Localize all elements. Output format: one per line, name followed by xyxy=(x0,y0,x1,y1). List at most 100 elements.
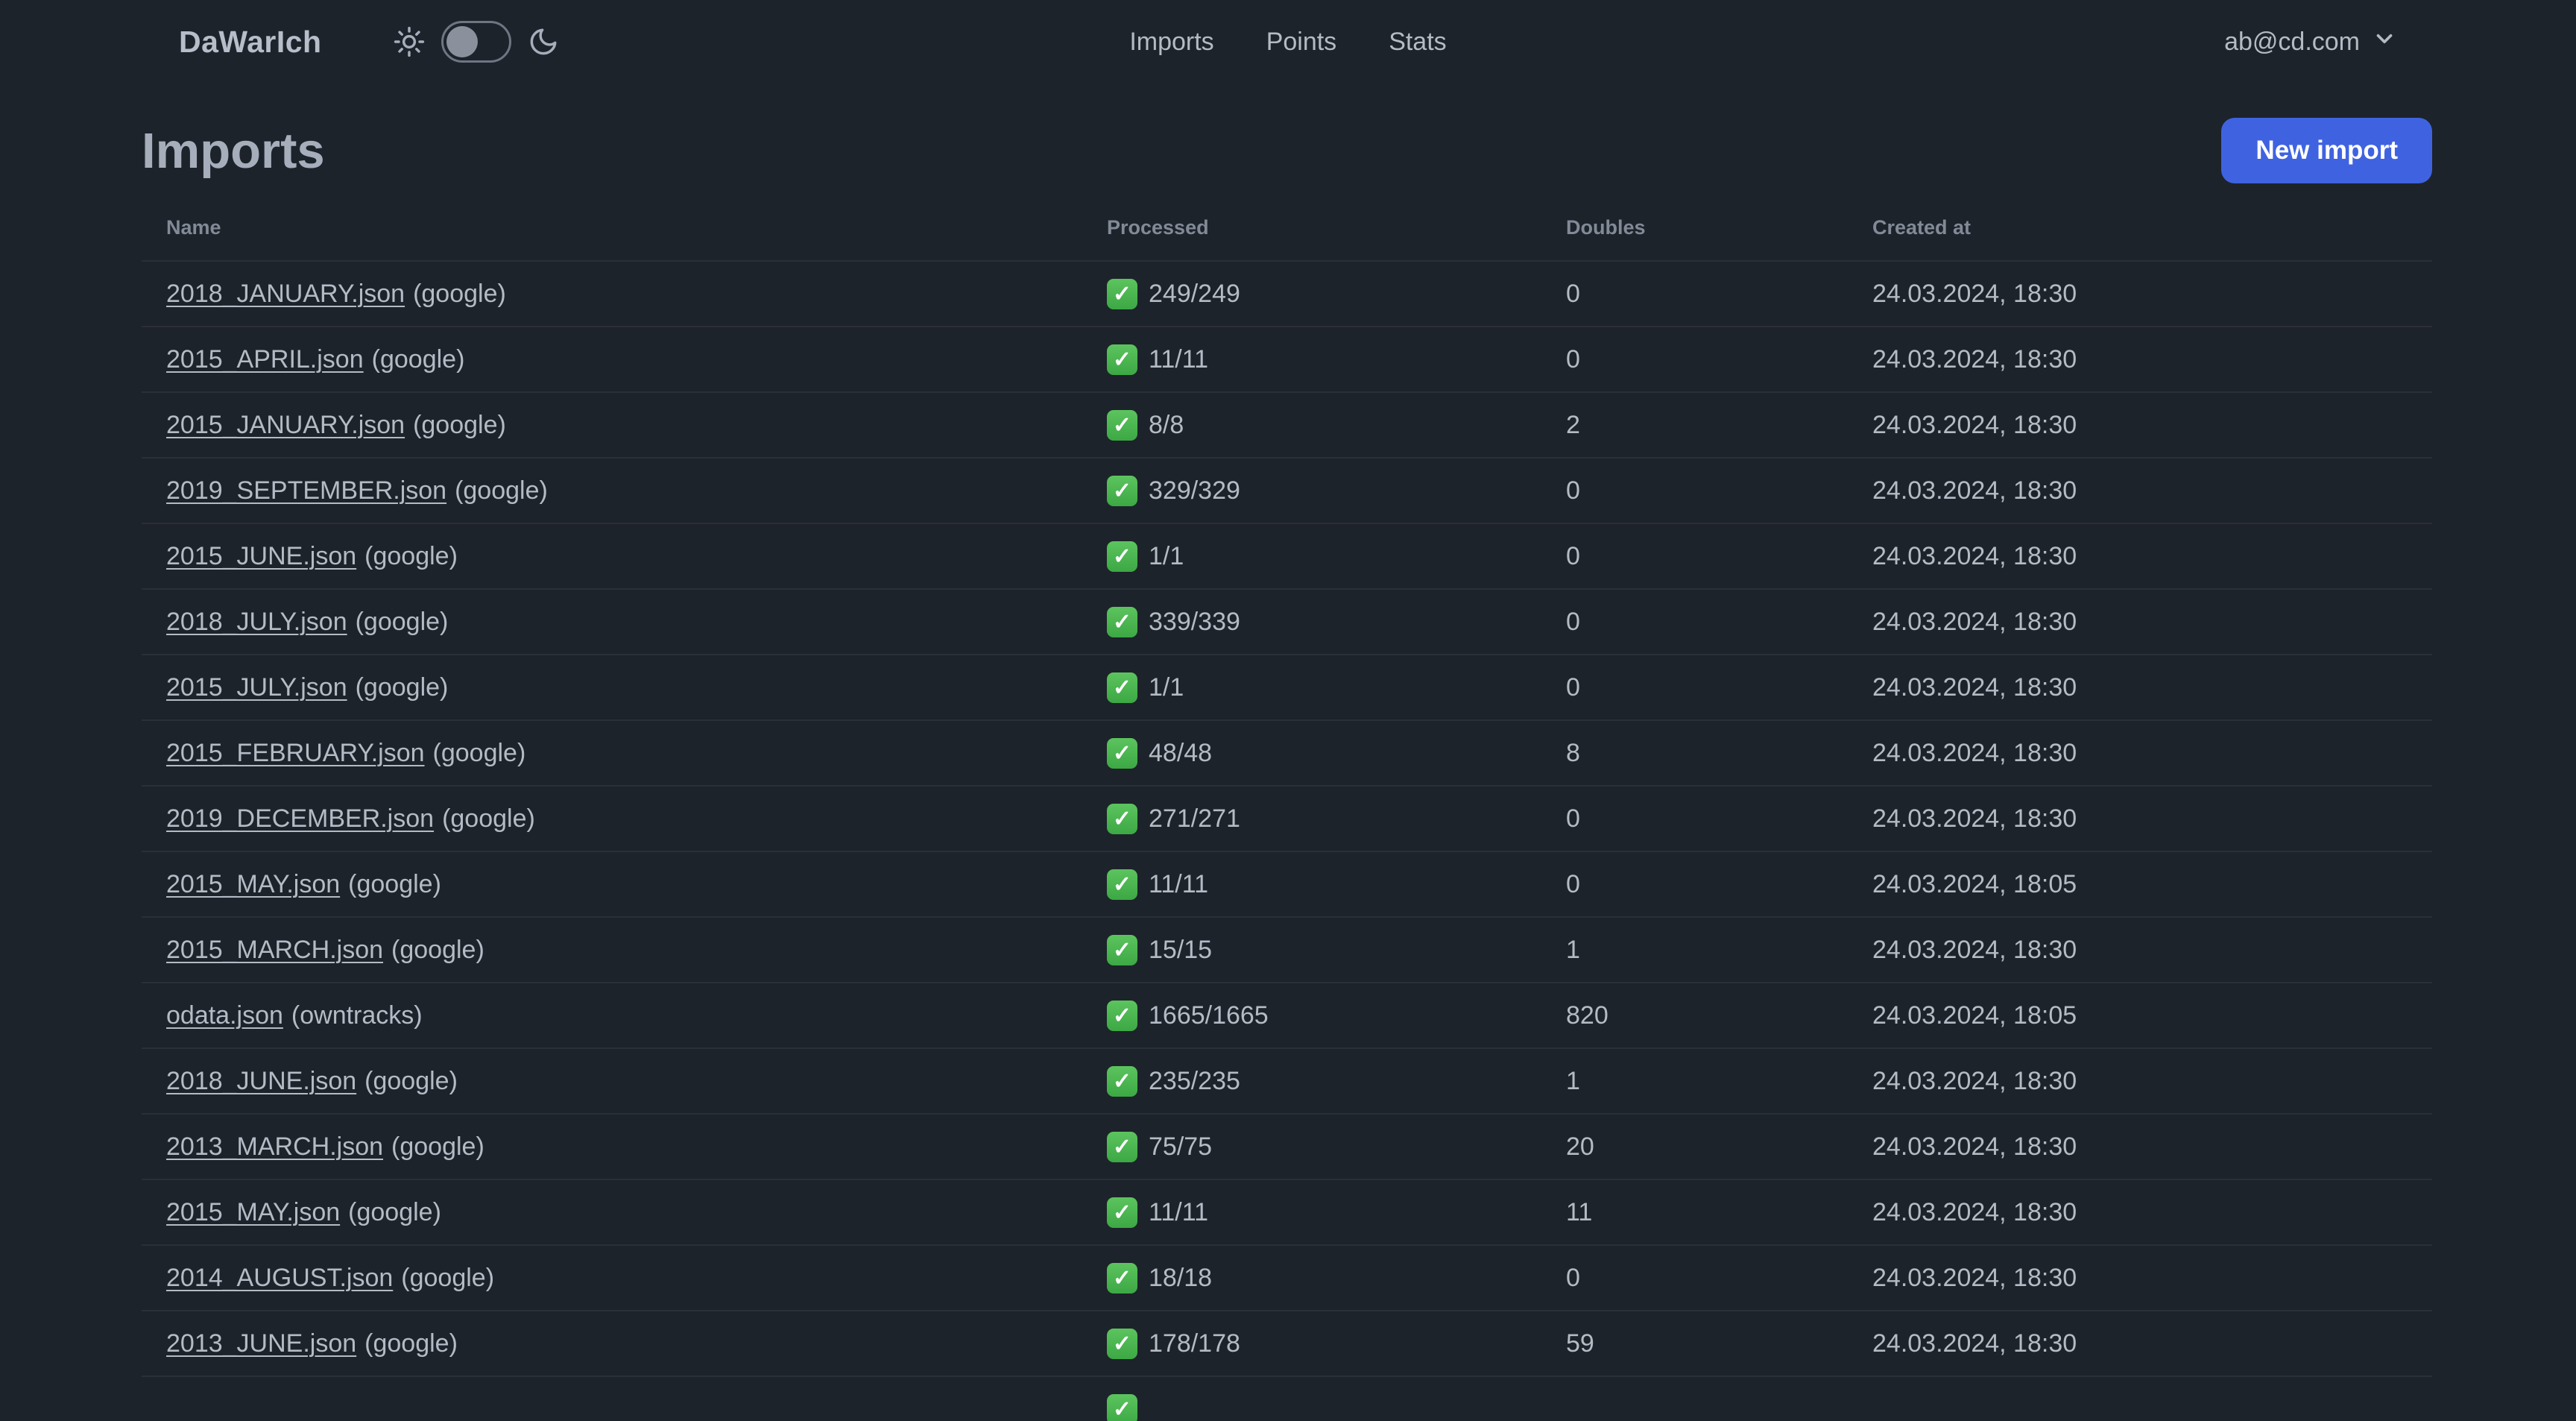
doubles-cell: 0 xyxy=(1541,654,1848,720)
check-mark-icon: ✓ xyxy=(1107,1262,1137,1294)
import-source: (google) xyxy=(391,1132,484,1161)
import-source: (google) xyxy=(413,410,506,439)
processed-cell: ✓ 178/178 xyxy=(1082,1310,1541,1376)
check-mark-icon: ✓ xyxy=(1107,1328,1137,1359)
imports-table-body: 2018_JANUARY.json (google) ✓ 249/249 0 24… xyxy=(142,260,2432,1421)
import-name-link[interactable]: odata.json xyxy=(166,1001,283,1030)
check-mark-icon: ✓ xyxy=(1107,1394,1137,1421)
import-name-link[interactable]: 2014_AUGUST.json xyxy=(166,1264,393,1292)
doubles-cell: 0 xyxy=(1541,523,1848,589)
processed-cell: ✓ 1665/1665 xyxy=(1082,982,1541,1048)
processed-cell: ✓ 18/18 xyxy=(1082,1244,1541,1311)
import-source: (google) xyxy=(364,1329,458,1358)
import-source: (google) xyxy=(391,935,484,964)
import-name-link[interactable]: 2018_JUNE.json xyxy=(166,1067,356,1095)
processed-count: 271/271 xyxy=(1149,804,1240,833)
import-name-link[interactable]: 2019_DECEMBER.json xyxy=(166,804,434,833)
doubles-value: 0 xyxy=(1566,344,1580,374)
doubles-cell: 0 xyxy=(1541,457,1848,523)
doubles-value: 0 xyxy=(1566,607,1580,636)
import-name-link[interactable]: 2018_JANUARY.json xyxy=(166,280,405,308)
created-at-cell: 24.03.2024, 18:30 xyxy=(1848,1179,2432,1245)
created-at-value: 24.03.2024, 18:30 xyxy=(1872,344,2077,374)
created-at-cell: 24.03.2024, 18:30 xyxy=(1848,654,2432,720)
doubles-cell: 0 xyxy=(1541,1244,1848,1311)
created-at-cell: 24.03.2024, 18:30 xyxy=(1848,916,2432,983)
created-at-cell: 24.03.2024, 18:30 xyxy=(1848,391,2432,458)
theme-toggle-group xyxy=(394,21,559,63)
processed-count: 48/48 xyxy=(1149,738,1213,767)
import-source: (google) xyxy=(371,344,465,374)
import-name-link[interactable]: 2015_JULY.json xyxy=(166,673,347,702)
name-cell: 2015_FEBRUARY.json (google) xyxy=(142,719,1082,786)
doubles-cell: 0 xyxy=(1541,260,1848,327)
doubles-cell: 0 xyxy=(1541,851,1848,917)
created-at-value: 24.03.2024, 18:30 xyxy=(1872,607,2077,636)
import-name-link[interactable]: 2013_JUNE.json xyxy=(166,1329,356,1358)
nav-link-imports[interactable]: Imports xyxy=(1129,28,1213,57)
new-import-button[interactable]: New import xyxy=(2221,118,2432,183)
check-mark-icon: ✓ xyxy=(1107,1000,1137,1031)
import-name-link[interactable]: 2015_APRIL.json xyxy=(166,345,364,374)
check-mark-icon: ✓ xyxy=(1107,672,1137,703)
processed-count: 235/235 xyxy=(1149,1066,1240,1095)
import-name-link[interactable]: 2015_JUNE.json xyxy=(166,542,356,570)
created-at-cell: 24.03.2024, 18:30 xyxy=(1848,1047,2432,1114)
processed-count: 178/178 xyxy=(1149,1329,1240,1358)
processed-cell: ✓ 11/11 xyxy=(1082,851,1541,917)
created-at-value: 24.03.2024, 18:05 xyxy=(1872,869,2077,898)
doubles-value: 59 xyxy=(1566,1329,1594,1358)
doubles-value: 20 xyxy=(1566,1132,1594,1161)
table-row: 2018_JUNE.json (google) ✓ 235/235 1 24.03… xyxy=(142,1047,2432,1114)
doubles-cell: 0 xyxy=(1541,785,1848,851)
name-cell xyxy=(142,1376,1082,1421)
table-row: 2015_MARCH.json (google) ✓ 15/15 1 24.03.… xyxy=(142,916,2432,983)
import-name-link[interactable]: 2013_MARCH.json xyxy=(166,1132,383,1161)
user-menu[interactable]: ab@cd.com xyxy=(2224,26,2397,58)
import-name-link[interactable]: 2018_JULY.json xyxy=(166,608,347,636)
doubles-cell: 0 xyxy=(1541,588,1848,655)
chevron-down-icon xyxy=(2372,26,2397,58)
nav-link-stats[interactable]: Stats xyxy=(1389,28,1446,57)
brand-logo[interactable]: DaWarIch xyxy=(179,25,322,60)
import-name-link[interactable]: 2015_FEBRUARY.json xyxy=(166,739,425,767)
column-header-doubles: Doubles xyxy=(1566,216,1646,239)
table-row: 2015_MAY.json (google) ✓ 11/11 0 24.03.20… xyxy=(142,851,2432,917)
doubles-cell: 59 xyxy=(1541,1310,1848,1376)
doubles-cell: 2 xyxy=(1541,391,1848,458)
created-at-value: 24.03.2024, 18:30 xyxy=(1872,279,2077,308)
nav-link-points[interactable]: Points xyxy=(1266,28,1337,57)
check-mark-icon: ✓ xyxy=(1107,344,1137,375)
import-name-link[interactable]: 2019_SEPTEMBER.json xyxy=(166,476,446,505)
import-name-link[interactable]: 2015_JANUARY.json xyxy=(166,411,405,439)
theme-toggle-switch[interactable] xyxy=(441,21,511,63)
import-source: (google) xyxy=(348,1197,441,1226)
table-row: 2015_JULY.json (google) ✓ 1/1 0 24.03.202… xyxy=(142,654,2432,720)
created-at-value: 24.03.2024, 18:30 xyxy=(1872,410,2077,439)
check-mark-icon: ✓ xyxy=(1107,475,1137,506)
processed-cell: ✓ 235/235 xyxy=(1082,1047,1541,1114)
name-cell: 2019_SEPTEMBER.json (google) xyxy=(142,457,1082,523)
column-header-created-at: Created at xyxy=(1872,216,1972,239)
doubles-value: 0 xyxy=(1566,804,1580,833)
created-at-cell: 24.03.2024, 18:30 xyxy=(1848,326,2432,392)
processed-count: 8/8 xyxy=(1149,410,1184,439)
processed-cell: ✓ 8/8 xyxy=(1082,391,1541,458)
created-at-cell: 24.03.2024, 18:05 xyxy=(1848,982,2432,1048)
doubles-value: 820 xyxy=(1566,1001,1609,1030)
created-at-value: 24.03.2024, 18:30 xyxy=(1872,541,2077,570)
check-mark-icon: ✓ xyxy=(1107,606,1137,637)
table-row: 2015_JUNE.json (google) ✓ 1/1 0 24.03.202… xyxy=(142,523,2432,589)
main-content: Imports New import Name Processed Double… xyxy=(0,84,2576,1421)
created-at-cell: 24.03.2024, 18:30 xyxy=(1848,457,2432,523)
name-cell: 2015_APRIL.json (google) xyxy=(142,326,1082,392)
created-at-value: 24.03.2024, 18:30 xyxy=(1872,1132,2077,1161)
created-at-cell: 24.03.2024, 18:30 xyxy=(1848,1113,2432,1179)
import-name-link[interactable]: 2015_MAY.json xyxy=(166,1198,340,1226)
name-cell: 2018_JANUARY.json (google) xyxy=(142,260,1082,327)
import-name-link[interactable]: 2015_MAY.json xyxy=(166,870,340,898)
doubles-value: 1 xyxy=(1566,935,1580,964)
import-name-link[interactable]: 2015_MARCH.json xyxy=(166,936,383,964)
processed-cell: ✓ xyxy=(1082,1376,1541,1421)
name-cell: 2015_JULY.json (google) xyxy=(142,654,1082,720)
